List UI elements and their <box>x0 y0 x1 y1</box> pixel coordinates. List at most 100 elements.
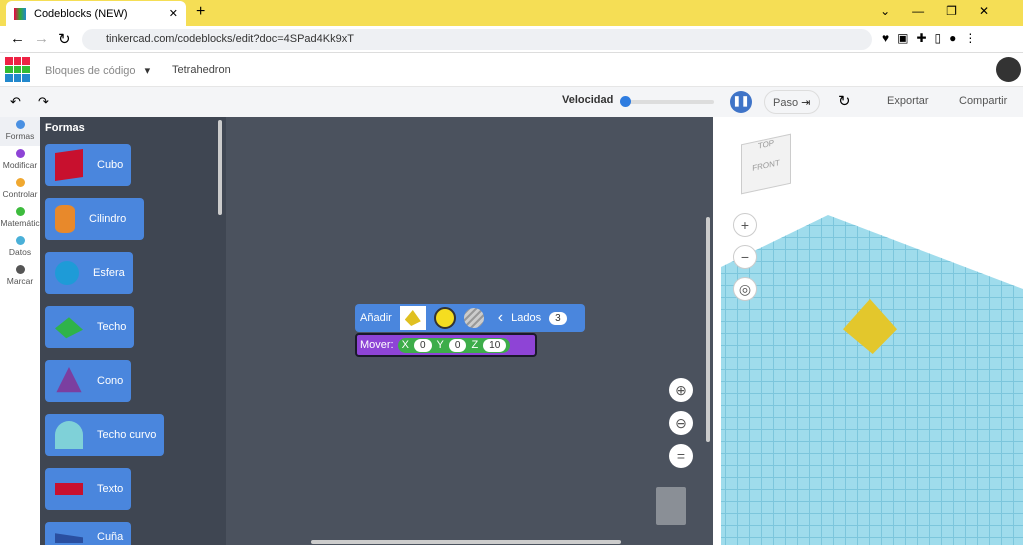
back-icon[interactable]: ← <box>10 30 25 47</box>
y-input[interactable]: 0 <box>448 338 467 352</box>
close-tab-icon[interactable]: ✕ <box>169 7 178 20</box>
view-cube[interactable]: TOP FRONT <box>741 133 791 195</box>
browser-tab[interactable]: Codeblocks (NEW) ✕ <box>6 1 186 26</box>
category-label: Formas <box>5 131 35 141</box>
z-label: Z <box>471 339 479 351</box>
tetrahedron-shape-icon[interactable] <box>399 306 426 330</box>
move-label: Mover: <box>360 339 394 351</box>
text-shape-icon <box>55 483 83 495</box>
step-button[interactable]: Paso ⇥ <box>764 90 820 114</box>
view-zoom-in-button[interactable]: + <box>733 213 757 237</box>
category-formas[interactable]: Formas <box>0 117 40 146</box>
block-label: Cono <box>97 375 124 387</box>
category-dot <box>15 178 25 187</box>
window-controls[interactable]: ⌄—❐✕ <box>880 4 1011 18</box>
sides-label: Lados <box>511 312 542 324</box>
code-workspace: Añadir ‹ Lados 3 Mover: X0 Y0 Z 10 ⊕ ⊖ = <box>226 117 713 545</box>
export-button[interactable]: Exportar <box>887 95 929 107</box>
block-label: Cubo <box>97 159 124 171</box>
block-label: Cuña <box>97 531 124 543</box>
block-texto[interactable]: Texto <box>45 468 132 510</box>
speed-label: Velocidad <box>562 94 614 106</box>
tinkercad-logo[interactable] <box>5 57 30 82</box>
step-label: Paso <box>773 97 799 109</box>
workspace-vscrollbar[interactable] <box>706 217 710 442</box>
category-dot <box>15 236 25 245</box>
block-esfera[interactable]: Esfera <box>45 252 133 294</box>
category-marcar[interactable]: Marcar <box>0 262 40 291</box>
cylinder-icon <box>55 205 75 233</box>
reload-icon[interactable]: ↻ <box>58 30 71 48</box>
speed-slider-thumb[interactable] <box>620 96 631 107</box>
tab-title: Codeblocks (NEW) <box>34 7 128 20</box>
restart-icon[interactable]: ↻ <box>838 92 851 110</box>
category-matematicas[interactable]: Matemátic <box>0 204 40 233</box>
extensions-icons[interactable]: ♥▣✚▯●⋮ <box>882 31 984 45</box>
add-shape-block[interactable]: Añadir ‹ Lados 3 <box>355 304 585 332</box>
block-techo-curvo[interactable]: Techo curvo <box>45 414 165 456</box>
new-tab-icon[interactable]: + <box>196 3 205 21</box>
view-fit-button[interactable]: ◎ <box>733 277 757 301</box>
redo-icon[interactable]: ↷ <box>38 94 49 110</box>
hole-swatch[interactable] <box>463 308 484 328</box>
block-label: Esfera <box>93 267 125 279</box>
category-label: Controlar <box>2 189 38 199</box>
category-dot <box>15 149 25 158</box>
block-cono[interactable]: Cono <box>45 360 132 402</box>
block-label: Cilindro <box>89 213 127 225</box>
forward-icon[interactable]: → <box>34 30 49 47</box>
move-block[interactable]: Mover: X0 Y0 Z 10 <box>355 333 537 357</box>
step-icon: ⇥ <box>801 97 811 109</box>
category-dot <box>15 120 25 129</box>
category-dot <box>15 207 25 216</box>
workspace-hscrollbar[interactable] <box>311 540 621 544</box>
view-cube-top: TOP <box>757 138 775 151</box>
3d-viewport[interactable]: TOP FRONT + − ◎ <box>713 117 1023 545</box>
zoom-in-button[interactable]: ⊕ <box>669 378 693 402</box>
collapse-chevron-icon[interactable]: ‹ <box>498 309 503 327</box>
category-list: Formas Modificar Controlar Matemátic Dat… <box>0 117 40 545</box>
view-zoom-out-button[interactable]: − <box>733 245 757 269</box>
category-label: Matemátic <box>0 218 40 228</box>
xyz-group: X0 Y0 Z 10 <box>397 337 511 353</box>
project-title[interactable]: Tetrahedron <box>172 64 231 76</box>
avatar[interactable] <box>996 57 1021 82</box>
category-label: Marcar <box>6 276 34 286</box>
block-cuna[interactable]: Cuña <box>45 522 132 545</box>
category-modificar[interactable]: Modificar <box>0 146 40 175</box>
color-yellow-swatch[interactable] <box>433 307 456 329</box>
url-input[interactable]: tinkercad.com/codeblocks/edit?doc=4SPad4… <box>82 29 872 50</box>
add-label: Añadir <box>360 312 392 324</box>
wedge-icon <box>55 533 83 543</box>
block-palette: Formas Cubo Cilindro Esfera Techo Cono T… <box>40 117 226 545</box>
palette-scrollbar[interactable] <box>218 120 222 215</box>
browser-tab-bar: Codeblocks (NEW) ✕ + ⌄—❐✕ <box>0 0 1023 26</box>
reset-zoom-button[interactable]: = <box>669 444 693 468</box>
sides-input[interactable]: 3 <box>549 311 567 325</box>
roof-icon <box>55 317 83 339</box>
cone-icon <box>56 367 82 393</box>
tinkercad-favicon <box>14 7 26 20</box>
mode-label: Bloques de código <box>45 65 136 77</box>
x-label: X <box>401 339 409 351</box>
mode-dropdown[interactable]: Bloques de código ▾ <box>45 64 150 77</box>
curved-roof-icon <box>55 421 83 449</box>
trash-icon[interactable] <box>656 487 686 525</box>
toolbar: ↶ ↷ Velocidad ❚❚ Paso ⇥ ↻ Exportar Compa… <box>0 87 1023 117</box>
zoom-out-button[interactable]: ⊖ <box>669 411 693 435</box>
view-cube-front: FRONT <box>752 158 780 173</box>
block-techo[interactable]: Techo <box>45 306 135 348</box>
share-button[interactable]: Compartir <box>959 95 1007 107</box>
undo-icon[interactable]: ↶ <box>10 94 21 110</box>
speed-slider[interactable] <box>620 96 714 107</box>
category-controlar[interactable]: Controlar <box>0 175 40 204</box>
block-cilindro[interactable]: Cilindro <box>45 198 144 240</box>
palette-title: Formas <box>45 122 85 134</box>
z-input[interactable]: 10 <box>483 338 507 352</box>
pause-button[interactable]: ❚❚ <box>730 91 752 113</box>
sphere-icon <box>55 261 79 285</box>
category-datos[interactable]: Datos <box>0 233 40 262</box>
block-cubo[interactable]: Cubo <box>45 144 132 186</box>
address-bar-row: ← → ↻ tinkercad.com/codeblocks/edit?doc=… <box>0 26 1023 53</box>
x-input[interactable]: 0 <box>413 338 432 352</box>
